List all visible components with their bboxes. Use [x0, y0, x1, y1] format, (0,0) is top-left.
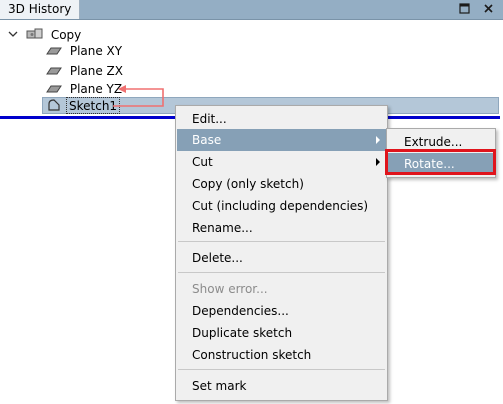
annotation-highlight-box — [385, 149, 496, 175]
menu-item-cut-including-dependencies[interactable]: Cut (including dependencies) — [177, 195, 386, 217]
close-icon[interactable] — [482, 3, 495, 16]
tree-item-plane-xy[interactable]: Plane XY — [46, 42, 122, 60]
plane-icon — [46, 63, 62, 81]
menu-item-label: Cut — [192, 155, 213, 169]
menu-item-edit[interactable]: Edit... — [177, 108, 386, 130]
menu-separator — [178, 241, 385, 242]
submenu-arrow-icon — [376, 158, 380, 166]
part-icon — [26, 27, 44, 45]
menu-separator — [178, 369, 385, 370]
menu-item-show-error: Show error... — [192, 282, 268, 296]
menu-item-duplicate-sketch[interactable]: Duplicate sketch — [177, 322, 386, 344]
tree-item-label: Plane ZX — [69, 64, 123, 78]
sketch-icon — [47, 99, 61, 115]
panel-title[interactable]: 3D History — [0, 0, 81, 19]
menu-separator — [178, 272, 385, 273]
menu-item-copy-only-sketch[interactable]: Copy (only sketch) — [177, 173, 386, 195]
menu-item-delete[interactable]: Delete... — [177, 247, 386, 269]
tree-item-sketch1[interactable]: Sketch1 — [66, 97, 121, 114]
tree-item-label: Copy — [50, 28, 82, 42]
panel-titlebar: 3D History — [0, 0, 503, 20]
menu-item-set-mark[interactable]: Set mark — [177, 375, 386, 397]
plane-icon — [46, 43, 62, 61]
tree-item-label: Plane YZ — [69, 82, 123, 96]
plane-icon — [46, 81, 62, 99]
context-menu: Edit... Base Cut Copy (only sketch) Cut … — [175, 105, 388, 401]
menu-item-construction-sketch[interactable]: Construction sketch — [177, 344, 386, 366]
menu-item-rename[interactable]: Rename... — [177, 217, 386, 239]
expand-chevron-icon[interactable] — [8, 28, 18, 42]
float-panel-icon[interactable] — [458, 3, 471, 16]
menu-item-label: Base — [192, 133, 222, 147]
menu-item-cut[interactable]: Cut — [177, 151, 386, 173]
tree-item-label: Plane XY — [69, 44, 123, 58]
submenu-arrow-icon — [376, 136, 380, 144]
menu-item-dependencies[interactable]: Dependencies... — [177, 300, 386, 322]
tree-item-plane-yz[interactable]: Plane YZ — [46, 80, 122, 98]
tree-item-plane-zx[interactable]: Plane ZX — [46, 62, 123, 80]
menu-item-base[interactable]: Base — [177, 129, 386, 151]
